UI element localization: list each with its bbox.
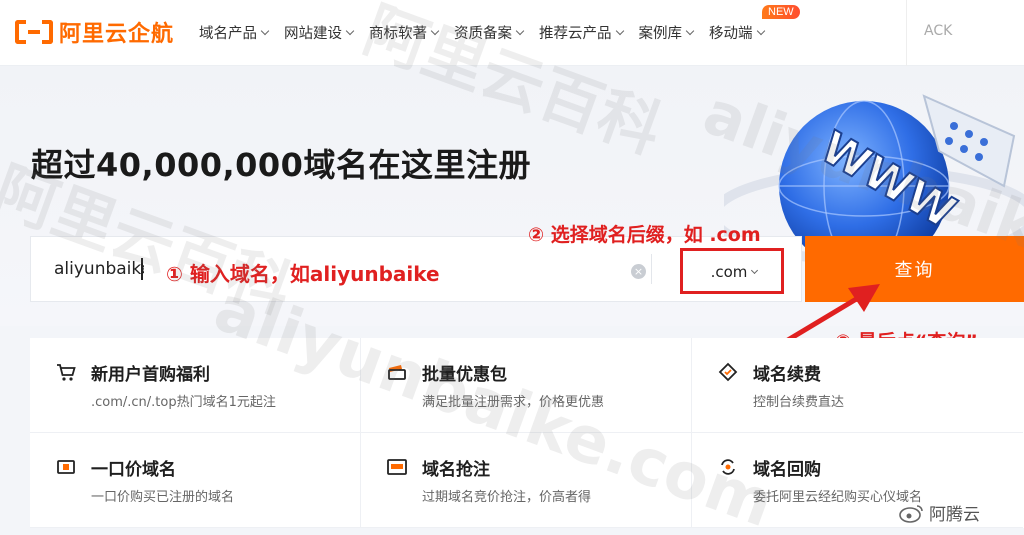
chevron-down-icon (515, 26, 525, 35)
nav-item-trademark[interactable]: 商标软著 (369, 22, 440, 43)
nav-label: 商标软著 (369, 26, 427, 42)
service-desc: .com/.cn/.top热门域名1元起注 (91, 395, 276, 410)
hero-title: 超过40,000,000域名在这里注册 (31, 146, 531, 184)
service-card-fixed-price[interactable]: 一口价域名 一口价购买已注册的域名 (30, 433, 361, 528)
nav-item-qualification[interactable]: 资质备案 (454, 22, 525, 43)
nav-label: 域名产品 (199, 26, 257, 42)
service-desc: 控制台续费直达 (753, 395, 845, 410)
aliyun-logo-icon (15, 18, 53, 46)
weibo-watermark: 阿腾云 (899, 500, 980, 525)
nav-item-website-building[interactable]: 网站建设 (284, 22, 355, 43)
service-card-renewal[interactable]: 域名续费 控制台续费直达 (692, 338, 1023, 433)
service-title: 批量优惠包 (422, 365, 507, 385)
www-icon (387, 459, 407, 475)
clear-input-icon[interactable]: × (631, 264, 646, 279)
chevron-down-icon (345, 26, 355, 35)
service-card-bulk-package[interactable]: 批量优惠包 满足批量注册需求，价格更优惠 (361, 338, 692, 433)
user-text: ACK (924, 23, 953, 39)
weibo-text: 阿腾云 (929, 505, 980, 525)
service-title: 一口价域名 (91, 460, 176, 480)
divider (651, 254, 652, 284)
service-card-new-user[interactable]: 新用户首购福利 .com/.cn/.top热门域名1元起注 (30, 338, 361, 433)
annotation-step-2: ② 选择域名后缀，如 .com (528, 224, 761, 246)
annotation-step-1: ① 输入域名，如aliyunbaike (166, 262, 440, 286)
service-desc: 过期域名竞价抢注，价高者得 (422, 490, 592, 505)
cart-icon (57, 364, 76, 381)
chevron-down-icon (430, 26, 440, 35)
weibo-icon (899, 504, 923, 523)
nav-label: 网站建设 (284, 26, 342, 42)
ticket-icon (388, 365, 406, 380)
service-card-backorder[interactable]: 域名抢注 过期域名竞价抢注，价高者得 (361, 433, 692, 528)
domain-search-input[interactable] (54, 259, 144, 279)
text-cursor (141, 258, 143, 280)
service-desc: 一口价购买已注册的域名 (91, 490, 235, 505)
chevron-down-icon (685, 26, 695, 35)
brand-name: 阿里云企航 (59, 22, 175, 47)
nav-item-mobile[interactable]: 移动端 (709, 22, 765, 43)
service-desc: 委托阿里云经纪购买心仪域名 (753, 490, 923, 505)
nav-item-recommended-products[interactable]: 推荐云产品 (539, 22, 624, 43)
nav-label: 推荐云产品 (539, 26, 612, 42)
user-area[interactable]: ACK (906, 0, 1024, 66)
nav-label: 资质备案 (454, 26, 512, 42)
service-title: 域名抢注 (422, 460, 490, 480)
service-title: 域名回购 (753, 460, 821, 480)
nav-label: 移动端 (709, 26, 753, 42)
new-badge: NEW (762, 5, 800, 19)
chevron-down-icon (615, 26, 624, 35)
main-nav: 域名产品 网站建设 商标软著 资质备案 推荐云产品 案例库 移动端 (199, 22, 780, 43)
top-navigation-bar: 阿里云企航 域名产品 网站建设 商标软著 资质备案 推荐云产品 案例库 移动端 … (0, 0, 1024, 66)
chevron-down-icon (260, 26, 270, 35)
nav-item-domain-products[interactable]: 域名产品 (199, 22, 270, 43)
brand-logo[interactable]: 阿里云企航 (15, 16, 174, 48)
service-title: 域名续费 (753, 365, 821, 385)
nav-label: 案例库 (638, 26, 683, 42)
service-title: 新用户首购福利 (91, 365, 210, 385)
chevron-down-icon (756, 26, 765, 35)
service-grid: 新用户首购福利 .com/.cn/.top热门域名1元起注 批量优惠包 满足批量… (30, 338, 1024, 528)
price-tag-icon (57, 460, 75, 474)
exchange-icon (721, 459, 735, 475)
diamond-icon (718, 362, 738, 382)
nav-item-case-library[interactable]: 案例库 (638, 22, 695, 43)
service-desc: 满足批量注册需求，价格更优惠 (422, 395, 605, 410)
